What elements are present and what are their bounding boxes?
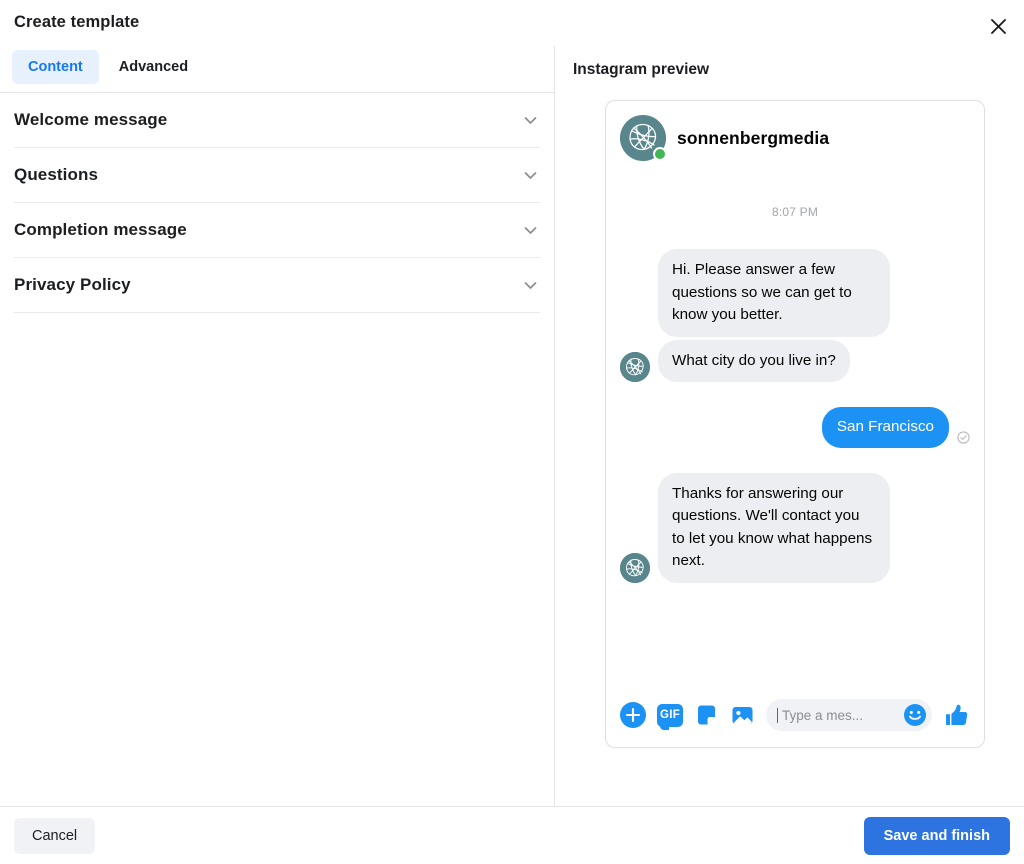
dialog-tabs: Content Advanced bbox=[12, 50, 204, 84]
preview-pane: Instagram preview sonnenbergmedia 8:07 P… bbox=[555, 46, 1024, 806]
message-bubble: Thanks for answering our questions. We'l… bbox=[658, 472, 890, 583]
account-name: sonnenbergmedia bbox=[677, 127, 830, 148]
message-composer: GIF Type a mes... bbox=[606, 699, 984, 731]
delivered-check-icon bbox=[957, 431, 970, 444]
accordion-label: Questions bbox=[14, 165, 99, 184]
text-caret bbox=[777, 707, 778, 723]
chevron-down-icon[interactable] bbox=[521, 221, 540, 240]
accordion: Welcome message Questions Completion mes… bbox=[0, 93, 554, 313]
chevron-down-icon[interactable] bbox=[521, 276, 540, 295]
tab-content[interactable]: Content bbox=[12, 50, 99, 84]
message-gap bbox=[620, 451, 970, 473]
message-row-incoming: Thanks for answering our questions. We'l… bbox=[620, 472, 970, 583]
accordion-section-questions[interactable]: Questions bbox=[14, 148, 540, 203]
emoji-icon[interactable] bbox=[903, 703, 927, 727]
accordion-label: Completion message bbox=[14, 220, 187, 239]
tab-advanced[interactable]: Advanced bbox=[103, 50, 204, 84]
message-input[interactable]: Type a mes... bbox=[766, 699, 932, 731]
accordion-section-privacy-policy[interactable]: Privacy Policy bbox=[14, 258, 540, 313]
message-row-incoming: Hi. Please answer a few questions so we … bbox=[620, 249, 970, 337]
content-pane: Welcome message Questions Completion mes… bbox=[0, 92, 554, 806]
sticker-icon[interactable] bbox=[694, 703, 719, 728]
avatar bbox=[620, 552, 650, 583]
accordion-section-completion-message[interactable]: Completion message bbox=[14, 203, 540, 258]
chat-header: sonnenbergmedia bbox=[606, 101, 984, 161]
message-row-outgoing: San Francisco bbox=[620, 407, 970, 448]
accordion-label: Privacy Policy bbox=[14, 275, 131, 294]
accordion-label: Welcome message bbox=[14, 110, 168, 129]
photo-icon[interactable] bbox=[730, 703, 755, 728]
chevron-down-icon[interactable] bbox=[521, 166, 540, 185]
chevron-down-icon[interactable] bbox=[521, 111, 540, 130]
online-status-indicator bbox=[653, 147, 667, 161]
gif-icon[interactable]: GIF bbox=[657, 703, 683, 730]
close-icon[interactable] bbox=[982, 10, 1014, 42]
dialog-title: Create template bbox=[14, 13, 140, 31]
preview-title: Instagram preview bbox=[573, 61, 710, 78]
message-input-placeholder: Type a mes... bbox=[782, 707, 864, 723]
avatar bbox=[620, 352, 650, 382]
accordion-section-welcome-message[interactable]: Welcome message bbox=[14, 93, 540, 148]
message-timestamp: 8:07 PM bbox=[771, 205, 819, 219]
cancel-button[interactable]: Cancel bbox=[14, 817, 96, 854]
dialog-footer: Cancel Save and finish bbox=[0, 806, 1024, 864]
message-gap bbox=[620, 385, 970, 407]
add-icon[interactable] bbox=[620, 702, 646, 728]
message-bubble: San Francisco bbox=[821, 407, 949, 448]
message-list: 8:07 PM Hi. Please answer a few question… bbox=[606, 205, 984, 583]
instagram-chat-preview: sonnenbergmedia 8:07 PM Hi. Please answe… bbox=[605, 100, 985, 748]
like-icon[interactable] bbox=[943, 702, 970, 729]
message-bubble: What city do you live in? bbox=[658, 339, 850, 382]
create-template-dialog: Create template Content Advanced Welcome… bbox=[0, 0, 1024, 864]
gif-label: GIF bbox=[657, 703, 683, 730]
save-and-finish-button[interactable]: Save and finish bbox=[863, 816, 1010, 855]
message-bubble: Hi. Please answer a few questions so we … bbox=[658, 249, 890, 337]
avatar bbox=[620, 115, 667, 161]
message-row-incoming: What city do you live in? bbox=[620, 339, 970, 382]
